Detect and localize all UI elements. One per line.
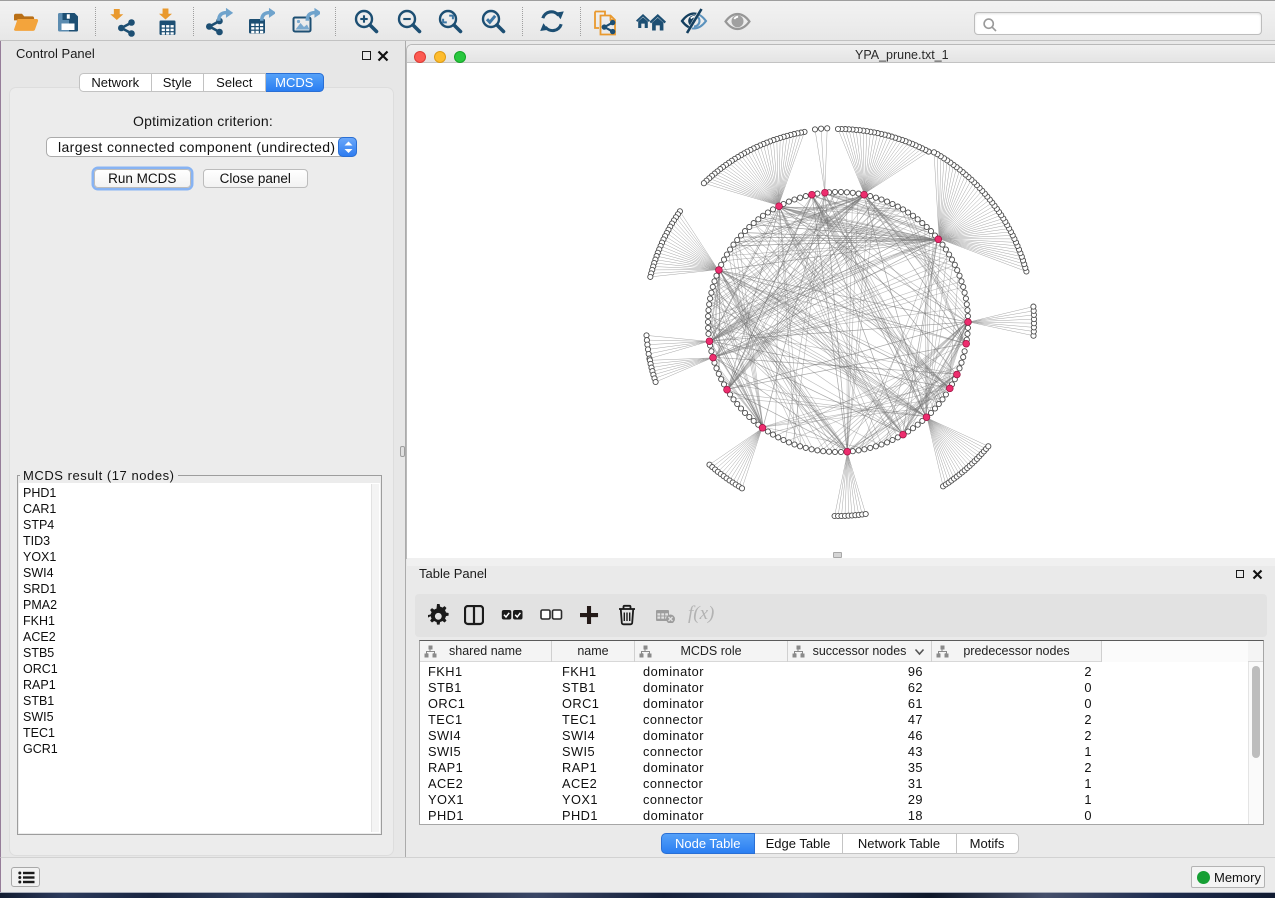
svg-text:f(x): f(x) — [688, 603, 714, 624]
